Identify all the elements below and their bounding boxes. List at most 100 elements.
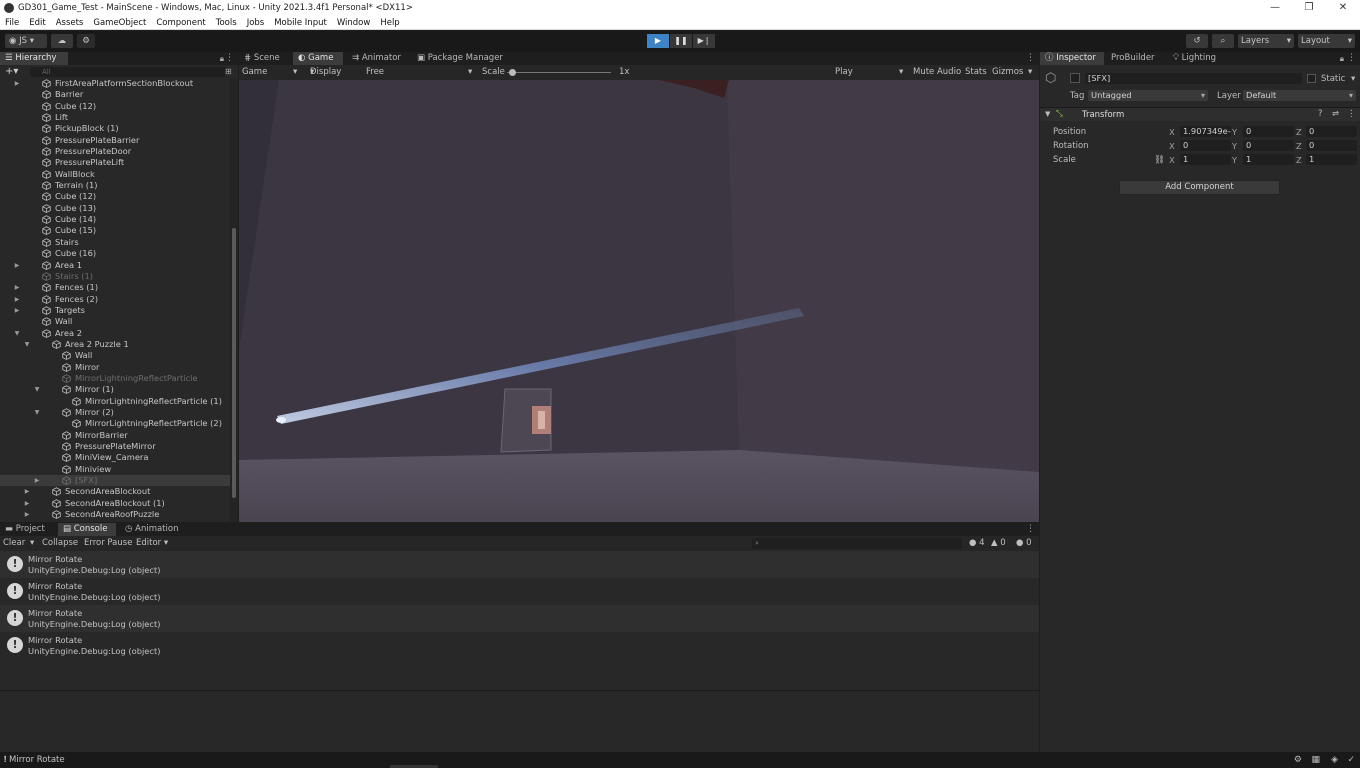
menu-mobile-input[interactable]: Mobile Input [274, 18, 327, 28]
gizmos-toggle[interactable]: Gizmos [992, 65, 1023, 80]
hierarchy-item[interactable]: Cube (13) [0, 203, 230, 214]
hierarchy-scrollbar[interactable] [230, 78, 238, 522]
hierarchy-item[interactable]: PressurePlateMirror [0, 441, 230, 452]
transform-rotation-y-field[interactable]: 0 [1243, 140, 1294, 151]
transform-header[interactable]: ▼ ⤡ Transform ? ⇌ ⋮ [1040, 107, 1360, 121]
tab-console[interactable]: ▤ Console [58, 523, 116, 536]
hierarchy-item[interactable]: Cube (16) [0, 248, 230, 259]
scale-slider-handle[interactable] [509, 69, 516, 76]
history-button[interactable]: ↺ [1186, 34, 1208, 48]
account-dropdown[interactable]: ◉ JS ▾ [5, 34, 47, 48]
layout-dropdown[interactable]: Layout ▾ [1298, 34, 1355, 48]
hierarchy-item[interactable]: ▶ Targets [0, 305, 230, 316]
menu-component[interactable]: Component [156, 18, 205, 28]
cache-icon[interactable]: ▦ [1311, 752, 1320, 768]
hierarchy-item[interactable]: Stairs (1) [0, 271, 230, 282]
menu-gameobject[interactable]: GameObject [93, 18, 146, 28]
hierarchy-item[interactable]: PressurePlateDoor [0, 146, 230, 157]
hierarchy-item[interactable]: MirrorLightningReflectParticle [0, 373, 230, 384]
more-menu-icon[interactable]: ⋮ [1347, 109, 1356, 119]
hierarchy-item[interactable]: Terrain (1) [0, 180, 230, 191]
expand-arrow-right-icon[interactable]: ▶ [13, 78, 21, 89]
hierarchy-item[interactable]: Mirror [0, 362, 230, 373]
static-checkbox[interactable] [1307, 74, 1316, 83]
menu-jobs[interactable]: Jobs [247, 18, 265, 28]
hierarchy-item[interactable]: MirrorLightningReflectParticle (2) [0, 418, 230, 429]
expand-arrow-down-icon[interactable]: ▼ [33, 384, 41, 395]
transform-scale-z-field[interactable]: 1 [1306, 154, 1357, 165]
info-count-toggle[interactable]: ● 4 [969, 536, 985, 551]
play-button[interactable]: ▶ [647, 34, 669, 48]
menu-help[interactable]: Help [380, 18, 399, 28]
expand-arrow-down-icon[interactable]: ▼ [23, 339, 31, 350]
active-checkbox[interactable] [1070, 73, 1080, 83]
add-component-button[interactable]: Add Component [1119, 180, 1280, 195]
tag-dropdown[interactable]: Untagged [1088, 90, 1208, 101]
error-pause-button[interactable]: Error Pause [84, 536, 132, 551]
chevron-down-icon[interactable]: ▾ [30, 536, 34, 551]
transform-position-z-field[interactable]: 0 [1306, 126, 1357, 137]
hierarchy-item[interactable]: ▼ Area 2 [0, 328, 230, 339]
minimize-button[interactable]: — [1258, 0, 1292, 16]
hierarchy-item[interactable]: Barrier [0, 89, 230, 100]
tab-project[interactable]: ▬ Project [0, 523, 54, 536]
hierarchy-item[interactable]: PickupBlock (1) [0, 123, 230, 134]
expand-arrow-right-icon[interactable]: ▶ [23, 498, 31, 509]
tab-package-manager[interactable]: ▣ Package Manager [412, 52, 512, 65]
tab-scene[interactable]: ⋕ Scene [239, 52, 291, 65]
warning-count-toggle[interactable]: ▲ 0 [991, 536, 1006, 551]
clear-button[interactable]: Clear [3, 536, 25, 551]
console-log-entry[interactable]: ! Mirror Rotate UnityEngine.Debug:Log (obj… [0, 551, 1039, 578]
hierarchy-item[interactable]: ▶ Fences (1) [0, 282, 230, 293]
expand-arrow-down-icon[interactable]: ▼ [33, 407, 41, 418]
mute-audio-toggle[interactable]: Mute Audio [913, 65, 961, 80]
hierarchy-item[interactable]: Cube (14) [0, 214, 230, 225]
search-button[interactable]: ⌕ [1212, 34, 1234, 48]
bug-icon[interactable]: ⚙ [1294, 752, 1302, 768]
hierarchy-item[interactable]: ▼ Mirror (1) [0, 384, 230, 395]
transform-position-x-field[interactable]: 1.907349e- [1180, 126, 1231, 137]
hierarchy-item[interactable]: Lift [0, 112, 230, 123]
hierarchy-item[interactable]: Wall [0, 316, 230, 327]
hierarchy-item[interactable]: MirrorLightningReflectParticle (1) [0, 396, 230, 407]
hierarchy-item[interactable]: MiniView_Camera [0, 452, 230, 463]
transform-scale-x-field[interactable]: 1 [1180, 154, 1231, 165]
step-button[interactable]: ▶❘ [693, 34, 715, 48]
layers-dropdown[interactable]: Layers ▾ [1238, 34, 1294, 48]
hierarchy-item[interactable]: ▶ Fences (2) [0, 294, 230, 305]
hierarchy-item[interactable]: ▶ SecondAreaBlockout [0, 486, 230, 497]
expand-arrow-right-icon[interactable]: ▶ [13, 282, 21, 293]
expand-arrow-right-icon[interactable]: ▶ [33, 475, 41, 486]
more-menu-icon[interactable]: ⋮ [1026, 523, 1035, 536]
status-message[interactable]: ❗︎ Mirror Rotate [4, 752, 65, 768]
object-name-field[interactable]: [SFX] [1085, 73, 1302, 84]
display-dropdown[interactable]: Display 1 ▾ [310, 65, 341, 92]
lock-icon[interactable]: 🔒︎ [220, 52, 224, 65]
console-log-entry[interactable]: ! Mirror Rotate UnityEngine.Debug:Log (obj… [0, 632, 1039, 659]
more-menu-icon[interactable]: ⋮ [1347, 52, 1356, 65]
menu-window[interactable]: Window [337, 18, 371, 28]
hierarchy-item[interactable]: WallBlock [0, 169, 230, 180]
transform-position-y-field[interactable]: 0 [1243, 126, 1294, 137]
console-log-entry[interactable]: ! Mirror Rotate UnityEngine.Debug:Log (obj… [0, 578, 1039, 605]
tab-animation[interactable]: ◷ Animation [120, 523, 184, 536]
hierarchy-item[interactable]: MirrorBarrier [0, 430, 230, 441]
maximize-button[interactable]: ❐ [1292, 0, 1326, 16]
collab-button[interactable]: ⚙ [77, 34, 95, 48]
hierarchy-item[interactable]: Cube (15) [0, 225, 230, 236]
lock-icon[interactable]: 🔒︎ [1340, 52, 1344, 65]
game-viewport[interactable] [239, 80, 1039, 522]
error-count-toggle[interactable]: ● 0 [1016, 536, 1032, 551]
tab-animator[interactable]: ⇉ Animator [347, 52, 409, 65]
menu-file[interactable]: File [5, 18, 19, 28]
console-search-input[interactable]: ⌕ [752, 538, 962, 549]
hierarchy-item[interactable]: Miniview [0, 464, 230, 475]
hierarchy-item[interactable]: PressurePlateLift [0, 157, 230, 168]
auto-gen-lighting-icon[interactable]: ◈ [1331, 752, 1338, 768]
tab-inspector[interactable]: ⓘ Inspector [1040, 52, 1104, 65]
hierarchy-item[interactable]: Cube (12) [0, 101, 230, 112]
console-log-entry[interactable]: ! Mirror Rotate UnityEngine.Debug:Log (obj… [0, 605, 1039, 632]
cloud-button[interactable]: ☁ [51, 34, 73, 48]
hierarchy-item[interactable]: ▶ [SFX] [0, 475, 230, 487]
expand-arrow-right-icon[interactable]: ▶ [23, 486, 31, 497]
